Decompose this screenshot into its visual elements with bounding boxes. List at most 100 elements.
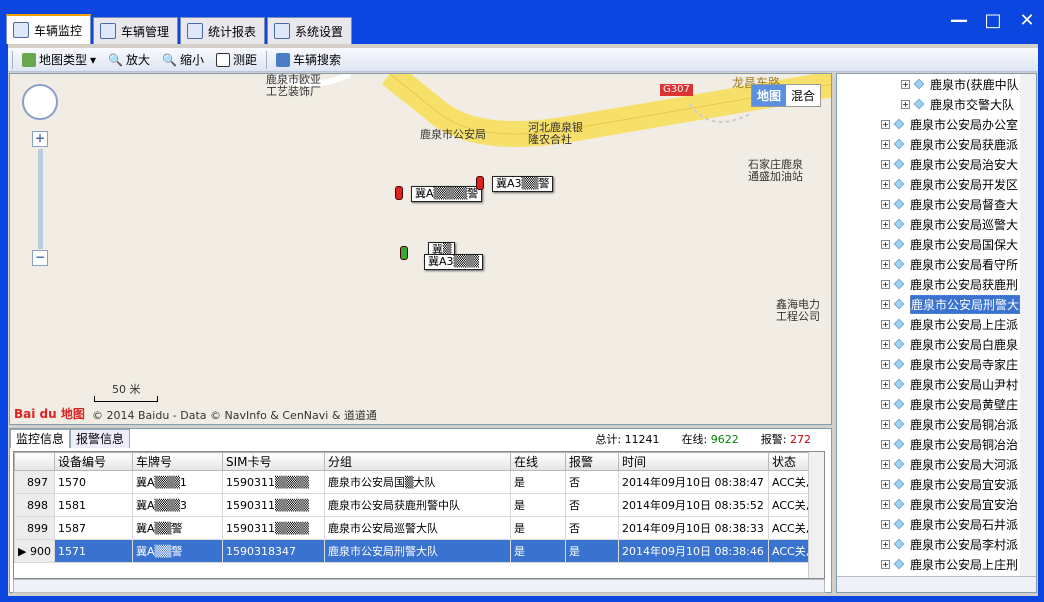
tab-alarm-info[interactable]: 报警信息 (70, 429, 131, 448)
expand-icon[interactable]: + (881, 119, 890, 129)
cell: 2014年09月10日 08:38:46 (618, 539, 769, 563)
expand-icon[interactable]: + (881, 379, 890, 389)
map-view[interactable]: G307 龙昌东路 鹿泉市欧亚 工艺装饰厂 鹿泉市公安局 河北鹿泉银 隆农合社 … (9, 73, 832, 425)
column-header[interactable]: 车牌号 (132, 452, 223, 471)
tree-item[interactable]: + 鹿泉市公安局山尹村 (837, 374, 1020, 394)
cell: 2014年09月10日 08:38:33 (618, 516, 769, 540)
tree-item[interactable]: + 鹿泉市公安局宜安派 (837, 474, 1020, 494)
tab-system-settings[interactable]: 系统设置 (267, 17, 353, 44)
tree-item[interactable]: + 鹿泉市公安局铜冶治 (837, 434, 1020, 454)
title-bar: 车辆监控 车辆管理 统计报表 系统设置 — □ ✕ (0, 0, 1044, 46)
table-row[interactable]: 899 1587 冀A▒▒警 1590311▒▒▒▒ 鹿泉市公安局巡警大队是否 2014年… (14, 516, 824, 540)
expand-icon[interactable]: + (881, 199, 890, 209)
zoom-minus-button[interactable]: − (32, 250, 48, 266)
vehicle-plate-label: 冀A3▒▒警 (492, 176, 554, 192)
expand-icon[interactable]: + (881, 399, 890, 409)
tree-vertical-scrollbar[interactable] (1020, 74, 1036, 576)
tree-item[interactable]: + 鹿泉市公安局开发区 (837, 174, 1020, 194)
zoom-out-button[interactable]: 🔍 缩小 (159, 51, 207, 68)
zoom-plus-button[interactable]: + (32, 131, 48, 147)
main-tabs: 车辆监控 车辆管理 统计报表 系统设置 (6, 14, 353, 44)
vehicle-search-button[interactable]: 车辆搜索 (273, 51, 344, 68)
measure-button[interactable]: 测距 (213, 51, 260, 68)
vehicle-search-label: 车辆搜索 (293, 53, 342, 67)
maximize-button[interactable]: □ (976, 4, 1010, 38)
table-row[interactable]: 897 1570 冀A▒▒▒1 1590311▒▒▒▒ 鹿泉市公安局国▒大队是否 2014… (14, 470, 824, 494)
tree-item[interactable]: + 鹿泉市公安局宜安治 (837, 494, 1020, 514)
tree-item[interactable]: + 鹿泉市公安局黄壁庄 (837, 394, 1020, 414)
tab-vehicle-monitor[interactable]: 车辆监控 (6, 14, 92, 44)
expand-icon[interactable]: + (881, 299, 890, 309)
column-header[interactable]: 分组 (324, 452, 511, 471)
tree-item[interactable]: + 鹿泉市公安局巡警大 (837, 214, 1020, 234)
tree-item[interactable]: + 鹿泉市公安局李村派 (837, 534, 1020, 554)
map-mode-button[interactable]: 地图 (751, 85, 786, 106)
expand-icon[interactable]: + (881, 259, 890, 269)
expand-icon[interactable]: + (881, 219, 890, 229)
zoom-slider[interactable] (38, 149, 43, 249)
expand-icon[interactable]: + (881, 319, 890, 329)
tab-monitor-info[interactable]: 监控信息 (10, 429, 71, 448)
column-header[interactable]: 报警 (565, 452, 619, 471)
tree-item[interactable]: + 鹿泉市公安局白鹿泉 (837, 334, 1020, 354)
expand-icon[interactable]: + (881, 499, 890, 509)
hybrid-mode-button[interactable]: 混合 (786, 85, 820, 106)
tree-item[interactable]: + 鹿泉市公安局上庄刑 (837, 554, 1020, 574)
zoom-in-button[interactable]: 🔍 放大 (105, 51, 153, 68)
expand-icon[interactable]: + (881, 479, 890, 489)
expand-icon[interactable]: + (881, 459, 890, 469)
tree-item[interactable]: + 鹿泉市公安局获鹿刑 (837, 274, 1020, 294)
expand-icon[interactable]: + (881, 559, 890, 569)
table-row-selected[interactable]: ▶ 900 1571 冀A▒▒警 1590318347 鹿泉市公安局刑警大队是是 2014… (14, 539, 824, 563)
column-header[interactable]: SIM卡号 (222, 452, 325, 471)
close-button[interactable]: ✕ (1010, 4, 1044, 38)
tree-item[interactable]: + 鹿泉市(获鹿中队 (837, 74, 1020, 94)
tree-item[interactable]: + 鹿泉市公安局铜冶派 (837, 414, 1020, 434)
map-type-dropdown[interactable]: 地图类型 ▾ (19, 51, 99, 68)
map-type-label: 地图类型 (39, 53, 88, 67)
tree-item[interactable]: + 鹿泉市公安局石井派 (837, 514, 1020, 534)
expand-icon[interactable]: + (881, 439, 890, 449)
tab-vehicle-management[interactable]: 车辆管理 (93, 17, 179, 44)
tree-item[interactable]: + 鹿泉市公安局督查大 (837, 194, 1020, 214)
expand-icon[interactable]: + (901, 79, 910, 89)
pan-control[interactable] (22, 84, 58, 120)
tree-item[interactable]: + 鹿泉市公安局办公室 (837, 114, 1020, 134)
tree-horizontal-scrollbar[interactable] (837, 576, 1036, 592)
tree-item[interactable]: + 鹿泉市公安局刑警大 (837, 294, 1021, 314)
column-header[interactable]: 时间 (618, 452, 769, 471)
vehicle-marker[interactable] (395, 186, 403, 200)
tree-item[interactable]: + 鹿泉市公安局治安大 (837, 154, 1020, 174)
tree-item[interactable]: + 鹿泉市公安局看守所 (837, 254, 1020, 274)
expand-icon[interactable]: + (881, 179, 890, 189)
table-row[interactable]: 898 1581 冀A▒▒▒3 1590311▒▒▒▒ 鹿泉市公安局获鹿刑警中队是否 20… (14, 493, 824, 517)
expand-icon[interactable]: + (881, 419, 890, 429)
table-vertical-scrollbar[interactable] (808, 452, 824, 578)
tree-item-label: 鹿泉市公安局宜安治 (910, 497, 1019, 512)
expand-icon[interactable]: + (881, 519, 890, 529)
minimize-button[interactable]: — (942, 4, 976, 38)
expand-icon[interactable]: + (881, 359, 890, 369)
tree-item[interactable]: + 鹿泉市公安局国保大 (837, 234, 1020, 254)
tree-item[interactable]: + 鹿泉市公安局上庄派 (837, 314, 1020, 334)
column-header[interactable]: 在线 (510, 452, 566, 471)
vehicle-marker[interactable] (400, 246, 408, 260)
expand-icon[interactable]: + (881, 339, 890, 349)
table-horizontal-scrollbar[interactable] (13, 579, 825, 593)
expand-icon[interactable]: + (881, 279, 890, 289)
expand-icon[interactable]: + (881, 239, 890, 249)
road-shield: G307 (660, 84, 693, 96)
expand-icon[interactable]: + (881, 139, 890, 149)
tree-item[interactable]: + 鹿泉市公安局获鹿派 (837, 134, 1020, 154)
cell: 1570 (54, 470, 133, 494)
expand-icon[interactable]: + (881, 159, 890, 169)
column-header[interactable]: 设备编号 (54, 452, 133, 471)
expand-icon[interactable]: + (881, 539, 890, 549)
tree-item[interactable]: + 鹿泉市交警大队 (837, 94, 1020, 114)
vehicle-marker[interactable] (476, 176, 484, 190)
expand-icon[interactable]: + (901, 99, 910, 109)
tab-statistics-report[interactable]: 统计报表 (180, 17, 266, 44)
tree-item[interactable]: + 鹿泉市公安局大河派 (837, 454, 1020, 474)
group-icon (893, 478, 905, 490)
tree-item[interactable]: + 鹿泉市公安局寺家庄 (837, 354, 1020, 374)
